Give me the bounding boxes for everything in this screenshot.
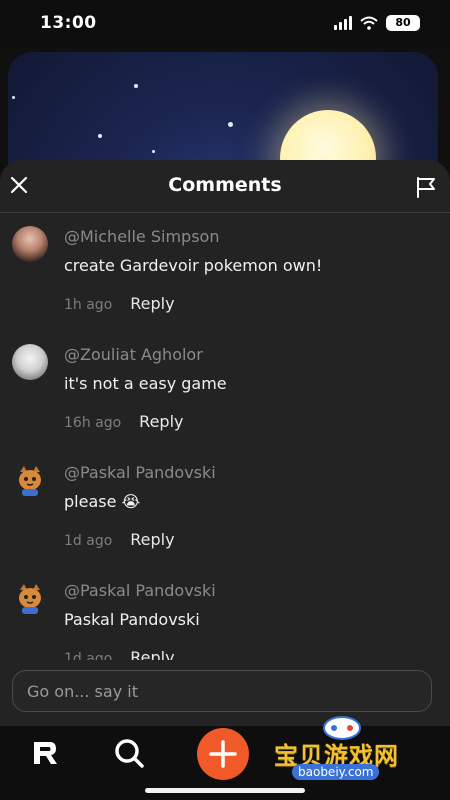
status-icons: 80 — [334, 15, 420, 31]
cat-avatar-icon — [19, 466, 41, 496]
star — [228, 122, 233, 127]
comment-timestamp: 1d ago — [64, 651, 113, 660]
home-icon[interactable] — [24, 732, 68, 776]
comment-meta: 1d ago Reply — [64, 648, 175, 660]
comment-username[interactable]: @Michelle Simpson — [64, 227, 219, 246]
reply-button[interactable]: Reply — [130, 648, 174, 660]
battery-indicator: 80 — [386, 15, 420, 31]
comment-item: @Paskal Pandovski please 😭 1d ago Reply — [0, 448, 450, 566]
watermark-logo: 宝贝游戏网 baobeiy.com — [272, 712, 448, 790]
star — [152, 150, 155, 153]
comment-list[interactable]: @Michelle Simpson create Gardevoir pokem… — [0, 212, 450, 660]
avatar[interactable] — [12, 226, 48, 262]
comment-meta: 1h ago Reply — [64, 294, 175, 313]
comment-username[interactable]: @Zouliat Agholor — [64, 345, 203, 364]
comment-text: please 😭 — [64, 492, 141, 511]
reply-button[interactable]: Reply — [139, 412, 183, 431]
avatar[interactable] — [12, 580, 48, 616]
comments-sheet: Comments @Michelle Simpson create Gardev… — [0, 160, 450, 726]
comment-timestamp: 1d ago — [64, 533, 113, 549]
signal-icon — [334, 16, 352, 30]
comment-meta: 1d ago Reply — [64, 530, 175, 549]
sheet-header: Comments — [0, 160, 450, 213]
comment-item: @Zouliat Agholor it's not a easy game 16… — [0, 330, 450, 448]
plus-icon — [209, 740, 237, 768]
status-bar: 13:00 80 — [0, 0, 450, 48]
comment-text: Paskal Pandovski — [64, 610, 200, 629]
comment-text: it's not a easy game — [64, 374, 227, 393]
reply-button[interactable]: Reply — [130, 294, 174, 313]
comment-meta: 16h ago Reply — [64, 412, 183, 431]
comment-timestamp: 1h ago — [64, 297, 113, 313]
comment-item: @Michelle Simpson create Gardevoir pokem… — [0, 212, 450, 330]
reply-button[interactable]: Reply — [130, 530, 174, 549]
avatar[interactable] — [12, 462, 48, 498]
star — [98, 134, 102, 138]
comment-username[interactable]: @Paskal Pandovski — [64, 463, 216, 482]
watermark-url: baobeiy.com — [292, 764, 380, 780]
comment-text: create Gardevoir pokemon own! — [64, 256, 323, 275]
home-indicator — [145, 788, 305, 793]
star — [12, 96, 15, 99]
sheet-title: Comments — [168, 174, 282, 196]
avatar[interactable] — [12, 344, 48, 380]
comment-username[interactable]: @Paskal Pandovski — [64, 581, 216, 600]
wifi-icon — [360, 16, 378, 30]
comment-item: @Paskal Pandovski Paskal Pandovski 1d ag… — [0, 566, 450, 660]
search-icon[interactable] — [108, 732, 152, 776]
comment-input[interactable] — [12, 670, 432, 712]
star — [134, 84, 138, 88]
comment-timestamp: 16h ago — [64, 415, 122, 431]
add-button[interactable] — [197, 728, 249, 780]
flag-icon[interactable] — [414, 176, 438, 198]
cat-avatar-icon — [19, 584, 41, 614]
status-time: 13:00 — [40, 13, 97, 33]
